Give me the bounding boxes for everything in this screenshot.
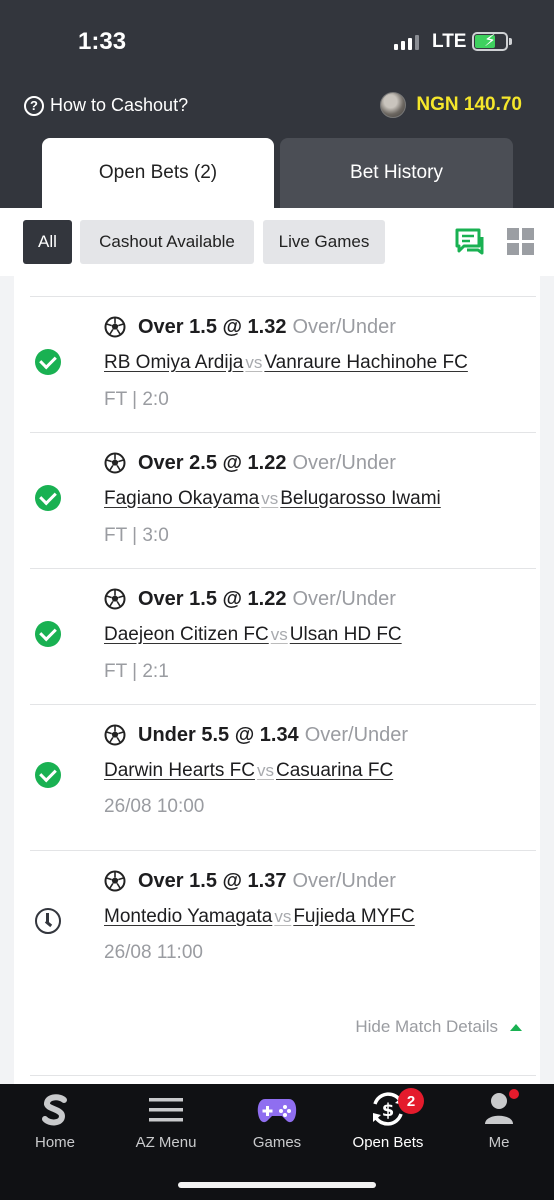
help-icon: ?	[24, 95, 44, 116]
bet-selection: Under 5.5 @ 1.34 Over/Under	[138, 724, 409, 746]
tab-bet-history[interactable]: Bet History	[280, 138, 513, 208]
how-to-cashout-link[interactable]: ? How to Cashout?	[24, 95, 188, 116]
menu-icon	[149, 1098, 183, 1122]
nav-home[interactable]: Home	[0, 1084, 110, 1164]
caret-up-icon	[510, 1023, 522, 1031]
nav-me[interactable]: Me	[444, 1084, 554, 1164]
avatar	[380, 92, 407, 118]
hide-match-details-button[interactable]: Hide Match Details	[355, 1017, 522, 1037]
won-check-icon	[35, 349, 61, 375]
bet-selection: Over 1.5 @ 1.37 Over/Under	[138, 870, 396, 892]
nav-open-bets-label: Open Bets	[352, 1134, 424, 1151]
sportybet-logo-icon	[42, 1094, 67, 1126]
balance-amount: NGN 140.70	[416, 94, 522, 115]
status-time: 1:33	[78, 28, 127, 55]
match-teams[interactable]: RB Omiya Ardija vs Vanraure Hachinohe FC	[104, 352, 468, 374]
match-result: FT | 2:1	[104, 661, 169, 682]
top-header: 1:33 LTE ⚡ ? How to Cashout? NGN 140.70 …	[0, 0, 554, 208]
grid-view-icon[interactable]	[507, 228, 534, 255]
soccer-ball-icon	[104, 724, 126, 746]
match-teams[interactable]: Daejeon Citizen FC vs Ulsan HD FC	[104, 624, 402, 646]
bet-leg[interactable]: Under 5.5 @ 1.34 Over/Under Darwin Hearts…	[14, 705, 540, 850]
bet-leg[interactable]: Over 2.5 @ 1.22 Over/Under Fagiano Okayam…	[14, 433, 540, 568]
nav-az-menu-label: AZ Menu	[135, 1134, 197, 1151]
hide-match-details-label: Hide Match Details	[355, 1017, 498, 1036]
network-type: LTE	[432, 31, 467, 52]
bet-selection: Over 1.5 @ 1.32 Over/Under	[138, 316, 396, 338]
pending-clock-icon	[35, 908, 61, 934]
nav-games-label: Games	[252, 1134, 302, 1151]
won-check-icon	[35, 621, 61, 647]
svg-text:$: $	[382, 1100, 395, 1121]
home-indicator	[178, 1182, 376, 1188]
account-balance[interactable]: NGN 140.70	[380, 92, 522, 118]
soccer-ball-icon	[104, 452, 126, 474]
bet-leg[interactable]: Over 1.5 @ 1.22 Over/Under Daejeon Citize…	[14, 569, 540, 704]
soccer-ball-icon	[104, 588, 126, 610]
bet-leg[interactable]: Over 1.5 @ 1.37 Over/Under Montedio Yamag…	[14, 851, 540, 1001]
match-teams[interactable]: Montedio Yamagata vs Fujieda MYFC	[104, 906, 415, 928]
tab-open-bets[interactable]: Open Bets (2)	[42, 138, 274, 208]
filter-all-button[interactable]: All	[23, 220, 72, 264]
bet-details-card: Over 1.5 @ 1.32 Over/Under RB Omiya Ardij…	[14, 276, 540, 1084]
nav-az-menu[interactable]: AZ Menu	[111, 1084, 221, 1164]
chat-view-icon[interactable]	[454, 227, 486, 257]
bet-leg[interactable]: Over 1.5 @ 1.32 Over/Under RB Omiya Ardij…	[14, 297, 540, 432]
nav-me-label: Me	[488, 1134, 510, 1151]
match-teams[interactable]: Fagiano Okayama vs Belugarosso Iwami	[104, 488, 441, 510]
match-kickoff-time: 26/08 10:00	[104, 796, 205, 817]
bet-selection: Over 2.5 @ 1.22 Over/Under	[138, 452, 396, 474]
won-check-icon	[35, 762, 61, 788]
how-to-cashout-label: How to Cashout?	[50, 95, 189, 115]
won-check-icon	[35, 485, 61, 511]
match-teams[interactable]: Darwin Hearts FC vs Casuarina FC	[104, 760, 393, 782]
nav-games[interactable]: Games	[222, 1084, 332, 1164]
gamepad-icon	[257, 1099, 297, 1123]
filter-cashout-button[interactable]: Cashout Available	[80, 220, 254, 264]
nav-open-bets[interactable]: $ Open Bets	[333, 1084, 443, 1164]
nav-home-label: Home	[34, 1134, 75, 1151]
soccer-ball-icon	[104, 870, 126, 892]
match-result: FT | 2:0	[104, 389, 169, 410]
notification-dot	[509, 1089, 519, 1099]
filter-live-button[interactable]: Live Games	[263, 220, 385, 264]
soccer-ball-icon	[104, 316, 126, 338]
bet-selection: Over 1.5 @ 1.22 Over/Under	[138, 588, 396, 610]
battery-icon: ⚡	[472, 31, 512, 51]
match-kickoff-time: 26/08 11:00	[104, 942, 203, 963]
open-bets-count-badge: 2	[398, 1088, 424, 1114]
divider	[30, 1075, 536, 1076]
signal-icon	[394, 34, 419, 50]
match-result: FT | 3:0	[104, 525, 169, 546]
